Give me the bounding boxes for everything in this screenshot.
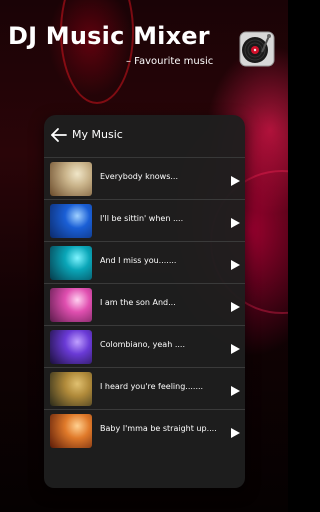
back-button[interactable] <box>49 125 69 145</box>
play-icon <box>231 344 240 354</box>
song-list-item[interactable]: I am the son And... <box>44 283 245 325</box>
app-subtitle: – Favourite music <box>126 56 214 67</box>
song-title: And I miss you....... <box>100 256 177 265</box>
app-title: DJ Music Mixer <box>8 22 210 50</box>
play-button[interactable] <box>229 340 241 354</box>
song-list: Everybody knows... I'll be sittin' when .… <box>44 157 245 451</box>
play-button[interactable] <box>229 424 241 438</box>
song-list-item[interactable]: Baby I'mma be straight up.... <box>44 409 245 451</box>
play-icon <box>231 428 240 438</box>
my-music-panel: My Music Everybody knows... I'll be sitti… <box>44 115 245 488</box>
song-list-item[interactable]: Everybody knows... <box>44 157 245 199</box>
song-title: I heard you're feeling....... <box>100 382 204 391</box>
play-button[interactable] <box>229 298 241 312</box>
song-thumbnail <box>50 162 92 196</box>
background-light-ring <box>60 0 134 104</box>
panel-header: My Music <box>44 115 245 155</box>
play-icon <box>231 176 240 186</box>
song-thumbnail <box>50 330 92 364</box>
play-icon <box>231 386 240 396</box>
song-thumbnail <box>50 246 92 280</box>
arrow-left-icon <box>51 128 67 142</box>
play-icon <box>231 218 240 228</box>
song-thumbnail <box>50 204 92 238</box>
song-thumbnail <box>50 372 92 406</box>
play-icon <box>231 302 240 312</box>
play-button[interactable] <box>229 256 241 270</box>
song-title: Everybody knows... <box>100 172 178 181</box>
song-list-item[interactable]: And I miss you....... <box>44 241 245 283</box>
song-title: Baby I'mma be straight up.... <box>100 424 217 433</box>
song-list-item[interactable]: I'll be sittin' when .... <box>44 199 245 241</box>
song-title: I'll be sittin' when .... <box>100 214 184 223</box>
turntable-icon <box>238 30 276 68</box>
play-icon <box>231 260 240 270</box>
song-title: I am the son And... <box>100 298 176 307</box>
panel-title: My Music <box>72 128 123 141</box>
app-screen: DJ Music Mixer – Favourite music My Musi… <box>0 0 288 512</box>
song-list-item[interactable]: Colombiano, yeah .... <box>44 325 245 367</box>
song-title: Colombiano, yeah .... <box>100 340 185 349</box>
play-button[interactable] <box>229 214 241 228</box>
song-list-item[interactable]: I heard you're feeling....... <box>44 367 245 409</box>
song-thumbnail <box>50 414 92 448</box>
play-button[interactable] <box>229 172 241 186</box>
play-button[interactable] <box>229 382 241 396</box>
song-thumbnail <box>50 288 92 322</box>
